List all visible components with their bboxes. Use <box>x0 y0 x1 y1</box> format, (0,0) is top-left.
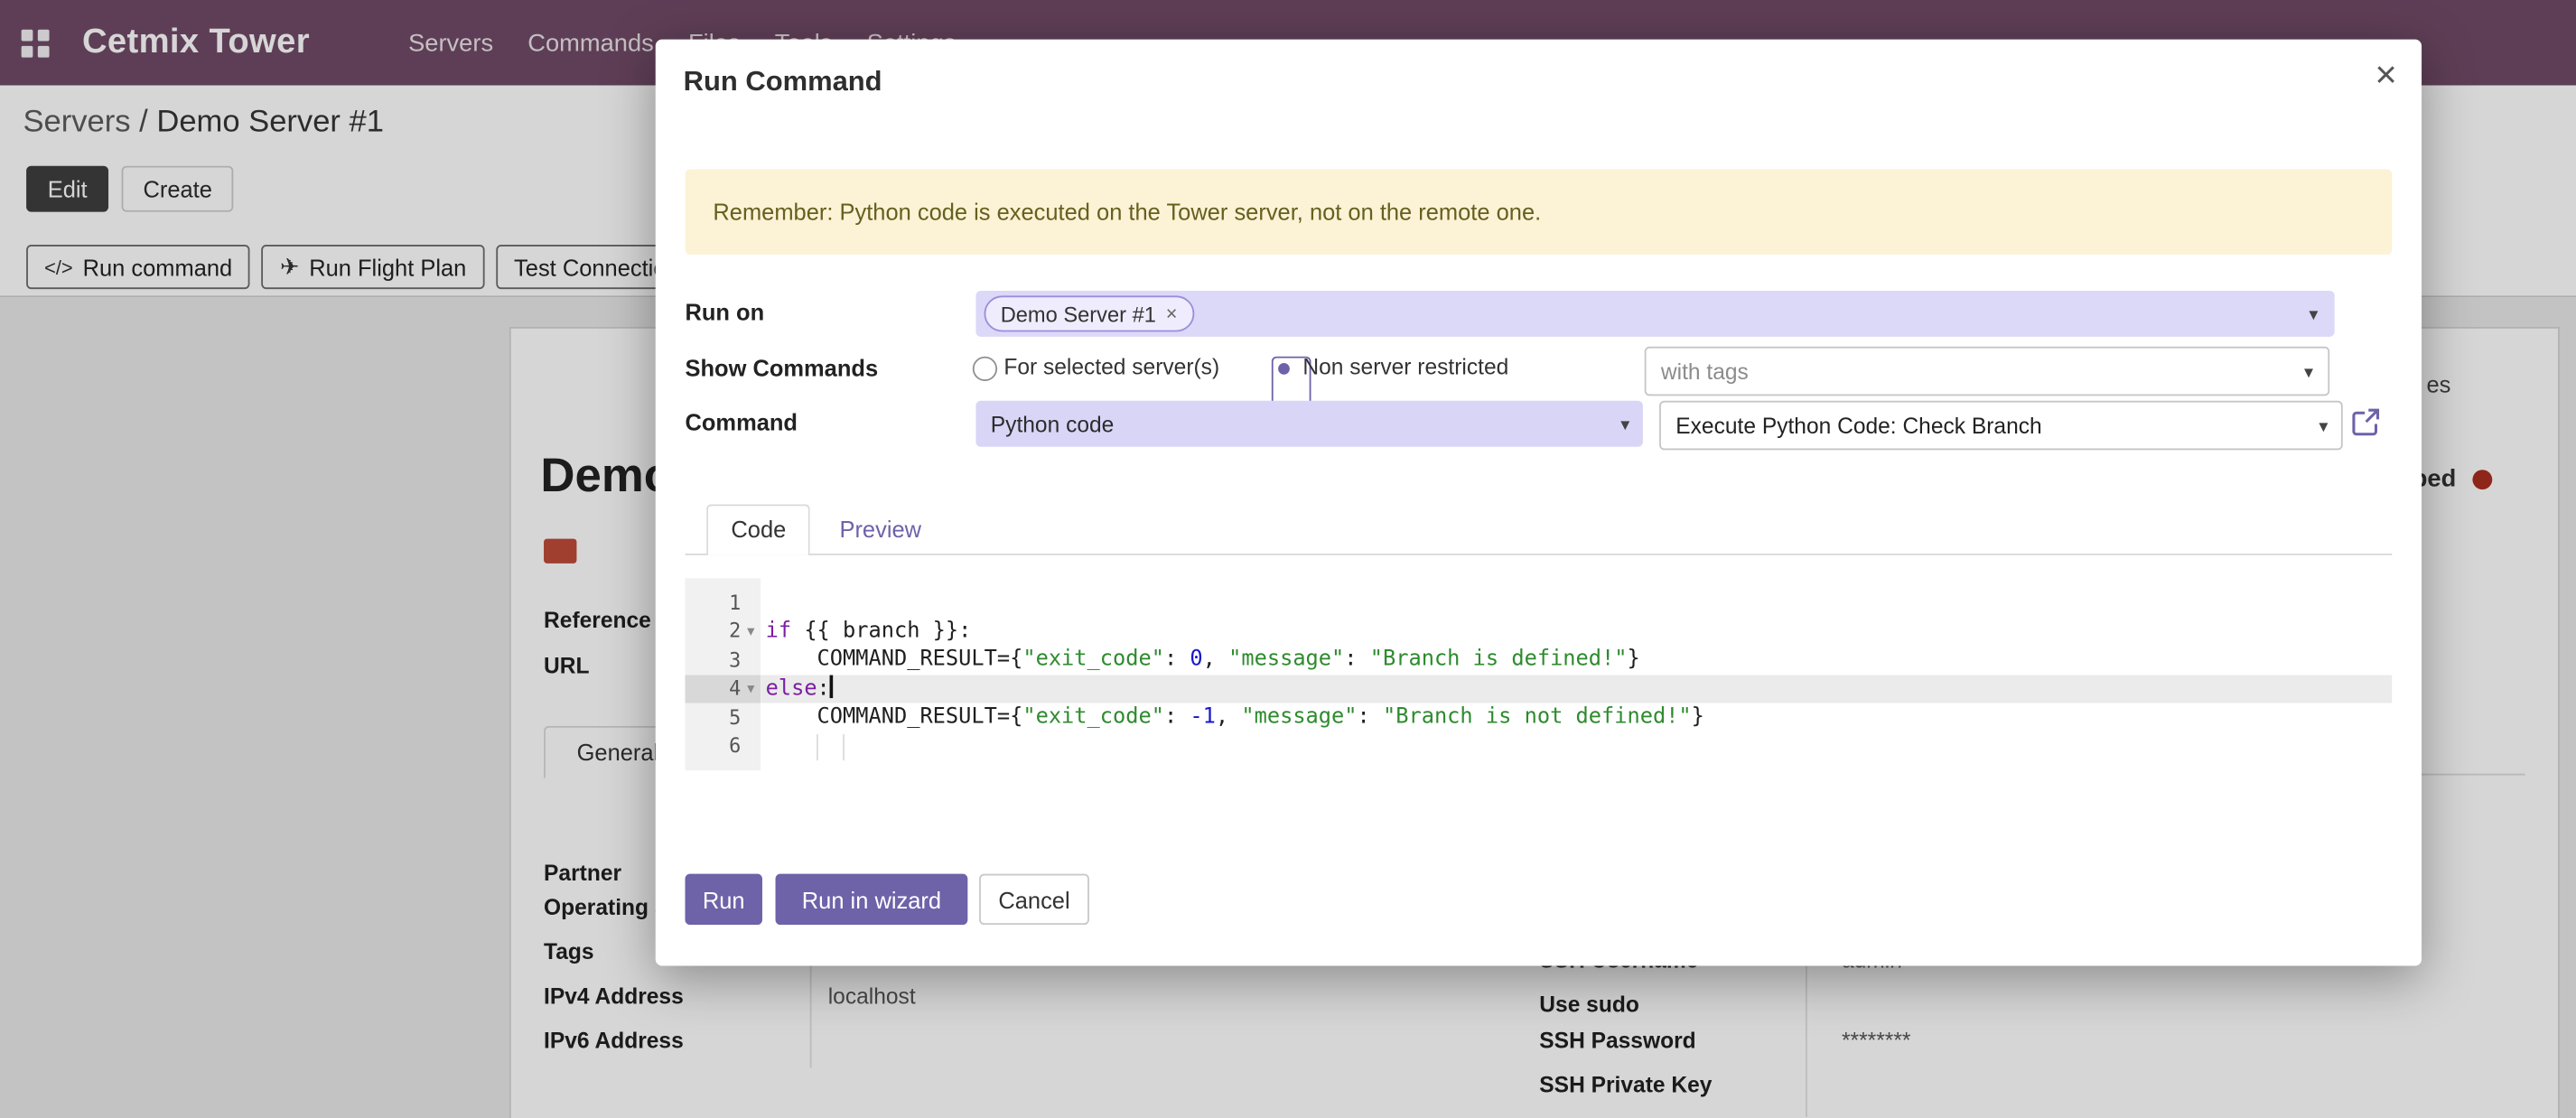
run-command-modal: Run Command × Remember: Python code is e… <box>656 40 2422 966</box>
gutter-line-6[interactable]: 6 <box>685 731 761 760</box>
tab-code[interactable]: Code <box>706 504 810 554</box>
editor-gutter: 12▾34▾56 <box>685 578 761 770</box>
gutter-line-4[interactable]: 4▾ <box>685 675 761 703</box>
command-type-value: Python code <box>991 412 1115 436</box>
code-token: "message" <box>1241 704 1357 729</box>
code-token: if <box>766 619 791 643</box>
code-token: "Branch is not defined!" <box>1383 704 1692 729</box>
code-token: : <box>1164 648 1190 672</box>
gutter-line-5[interactable]: 5 <box>685 703 761 731</box>
command-value: Execute Python Code: Check Branch <box>1675 413 2041 437</box>
indent-guide <box>817 733 818 759</box>
remove-tag-icon[interactable]: × <box>1166 303 1178 325</box>
code-token: COMMAND_RESULT={ <box>766 704 1023 729</box>
code-token: } <box>1628 648 1640 672</box>
modal-title: Run Command <box>684 66 882 98</box>
label-show-commands: Show Commands <box>685 355 878 381</box>
code-token: , <box>1203 648 1228 672</box>
command-select[interactable]: Execute Python Code: Check Branch ▾ <box>1659 401 2343 451</box>
dropdown-caret-icon: ▾ <box>2309 303 2318 325</box>
code-line-6[interactable] <box>761 731 2392 760</box>
code-line-2[interactable]: if {{ branch }}: <box>761 617 2392 646</box>
code-token: "Branch is defined!" <box>1370 648 1628 672</box>
close-icon[interactable]: × <box>2375 54 2396 94</box>
code-token: , <box>1216 704 1241 729</box>
code-editor[interactable]: 12▾34▾56 if {{ branch }}: COMMAND_RESULT… <box>685 578 2392 770</box>
gutter-line-3[interactable]: 3 <box>685 646 761 675</box>
modal-tabbar: Code Preview <box>685 504 2392 554</box>
code-token: {{ branch }}: <box>791 619 971 643</box>
fold-arrow-icon[interactable]: ▾ <box>741 680 761 698</box>
code-token: COMMAND_RESULT={ <box>766 648 1023 672</box>
code-token: : <box>1164 704 1190 729</box>
dropdown-caret-icon: ▾ <box>1620 414 1629 435</box>
indent-guide <box>843 733 845 759</box>
code-token: : <box>1344 648 1369 672</box>
screen: Cetmix Tower ServersCommandsFilesToolsSe… <box>0 0 2576 1118</box>
server-tag-pill: Demo Server #1 × <box>985 295 1194 331</box>
text-cursor <box>830 675 834 697</box>
cancel-button[interactable]: Cancel <box>979 874 1089 925</box>
code-line-5[interactable]: COMMAND_RESULT={"exit_code": -1, "messag… <box>761 703 2392 731</box>
code-line-4[interactable]: else: <box>761 675 2392 703</box>
tab-preview[interactable]: Preview <box>817 504 945 554</box>
code-token: else <box>766 675 817 700</box>
run-in-wizard-button[interactable]: Run in wizard <box>776 874 968 925</box>
label-command: Command <box>685 409 798 435</box>
server-tag-label: Demo Server #1 <box>1001 302 1156 326</box>
python-warning-alert: Remember: Python code is executed on the… <box>685 169 2392 255</box>
code-line-3[interactable]: COMMAND_RESULT={"exit_code": 0, "message… <box>761 646 2392 675</box>
command-type-select[interactable]: Python code ▾ <box>975 401 1642 447</box>
external-link-icon[interactable] <box>2351 407 2381 437</box>
code-line-1[interactable] <box>761 588 2392 617</box>
with-tags-select[interactable]: with tags ▾ <box>1645 347 2329 396</box>
code-token: } <box>1692 704 1704 729</box>
fold-arrow-icon[interactable]: ▾ <box>741 622 761 640</box>
dropdown-caret-icon: ▾ <box>2319 415 2328 437</box>
run-button[interactable]: Run <box>685 874 761 925</box>
code-token: : <box>1358 704 1383 729</box>
run-on-field[interactable]: Demo Server #1 × ▾ <box>975 291 2334 337</box>
code-token: "message" <box>1228 648 1344 672</box>
code-token: "exit_code" <box>1022 704 1164 729</box>
dropdown-caret-icon: ▾ <box>2304 361 2313 383</box>
gutter-line-1[interactable]: 1 <box>685 588 761 617</box>
code-token: "exit_code" <box>1022 648 1164 672</box>
label-run-on: Run on <box>685 299 764 325</box>
code-token: 0 <box>1190 648 1202 672</box>
radio-for-selected-servers[interactable] <box>973 357 997 381</box>
gutter-line-2[interactable]: 2▾ <box>685 617 761 646</box>
editor-code[interactable]: if {{ branch }}: COMMAND_RESULT={"exit_c… <box>761 578 2392 770</box>
code-token: -1 <box>1190 704 1215 729</box>
radio-for-selected-servers-label[interactable]: For selected server(s) <box>1003 355 1219 379</box>
radio-non-server-restricted-label[interactable]: Non server restricted <box>1302 355 1508 379</box>
code-token: : <box>817 675 830 700</box>
with-tags-placeholder: with tags <box>1661 359 1749 383</box>
